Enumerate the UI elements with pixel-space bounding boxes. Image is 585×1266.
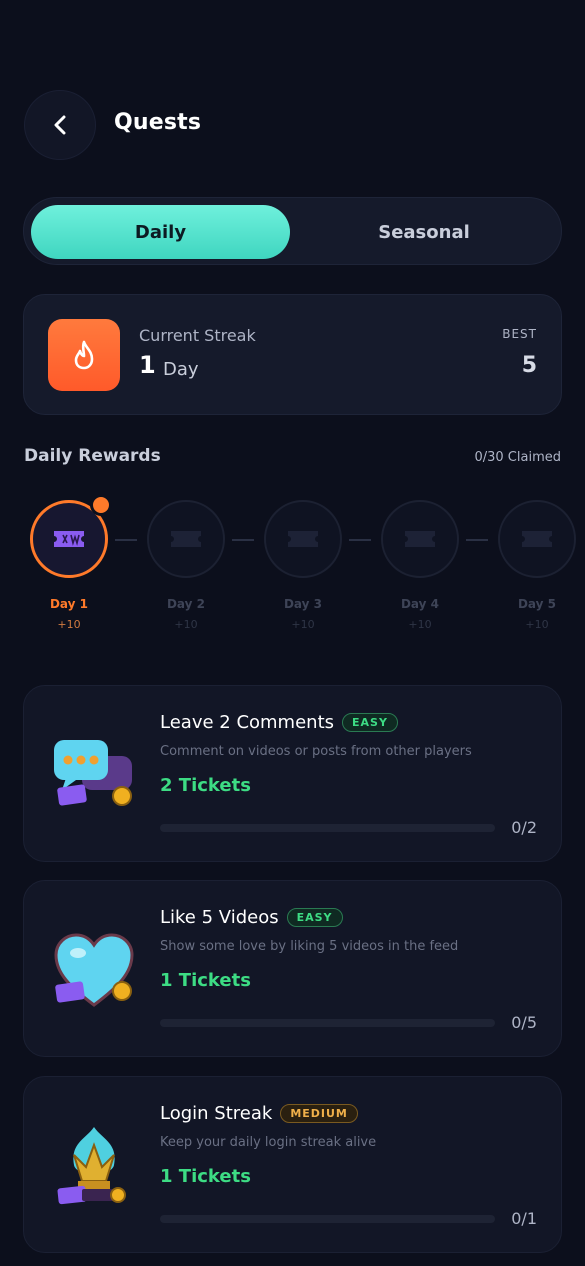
quest-reward: 1 Tickets xyxy=(160,1166,251,1187)
streak-label: Current Streak xyxy=(139,326,256,345)
day-connector xyxy=(232,539,254,541)
quest-card[interactable]: Login Streak MEDIUM Keep your daily login… xyxy=(23,1076,562,1253)
day-reward: +10 xyxy=(291,618,315,631)
flame-icon xyxy=(74,340,94,370)
streak-unit: Day xyxy=(163,359,199,380)
day-label: Day 3 xyxy=(283,597,323,611)
best-label: BEST xyxy=(502,327,537,341)
rewards-claimed: 0/30 Claimed xyxy=(474,450,561,465)
header: Quests xyxy=(24,90,564,160)
day-node-4[interactable] xyxy=(381,500,459,578)
ticket-icon xyxy=(54,531,84,547)
ticket-icon xyxy=(288,531,318,547)
new-indicator-dot xyxy=(90,494,112,516)
day-connector xyxy=(349,539,371,541)
day-reward: +10 xyxy=(174,618,198,631)
quest-description: Show some love by liking 5 videos in the… xyxy=(160,939,459,954)
streak-card: Current Streak 1 Day BEST 5 xyxy=(23,294,562,415)
quest-reward: 1 Tickets xyxy=(160,970,251,991)
day-label: Day 2 xyxy=(166,597,206,611)
day-label: Day 4 xyxy=(400,597,440,611)
quest-progress-text: 0/1 xyxy=(511,1209,537,1228)
day-connector xyxy=(115,539,137,541)
day-reward: +10 xyxy=(525,618,549,631)
day-connector xyxy=(466,539,488,541)
ticket-icon xyxy=(171,531,201,547)
quest-reward: 2 Tickets xyxy=(160,775,251,796)
quest-title: Login Streak MEDIUM xyxy=(160,1103,358,1124)
quest-description: Comment on videos or posts from other pl… xyxy=(160,744,472,759)
tab-daily[interactable]: Daily xyxy=(31,205,290,259)
ticket-icon xyxy=(522,531,552,547)
crown-flame-icon xyxy=(57,1127,126,1205)
day-reward: +10 xyxy=(408,618,432,631)
quest-progress-text: 0/2 xyxy=(511,818,537,837)
quest-progress-bar xyxy=(160,1019,495,1027)
difficulty-badge: MEDIUM xyxy=(280,1104,358,1123)
day-label: Day 1 xyxy=(49,597,89,611)
day-node-2[interactable] xyxy=(147,500,225,578)
chevron-left-icon xyxy=(54,115,66,135)
quest-title: Like 5 Videos EASY xyxy=(160,907,343,928)
day-node-3[interactable] xyxy=(264,500,342,578)
streak-value: 1 xyxy=(139,351,156,379)
difficulty-badge: EASY xyxy=(342,713,398,732)
quest-description: Keep your daily login streak alive xyxy=(160,1135,377,1150)
day-label: Day 5 xyxy=(517,597,557,611)
heart-icon xyxy=(54,933,134,1007)
rewards-title: Daily Rewards xyxy=(24,446,161,466)
quest-progress-bar xyxy=(160,1215,495,1223)
quest-progress-text: 0/5 xyxy=(511,1013,537,1032)
ticket-icon xyxy=(405,531,435,547)
page-title: Quests xyxy=(114,110,202,135)
day-reward: +10 xyxy=(57,618,81,631)
best-value: 5 xyxy=(521,353,537,378)
tab-seasonal[interactable]: Seasonal xyxy=(293,205,555,259)
quest-progress-bar xyxy=(160,824,495,832)
chat-bubble-icon xyxy=(54,740,132,806)
day-node-5[interactable] xyxy=(498,500,576,578)
back-button[interactable] xyxy=(24,90,96,160)
difficulty-badge: EASY xyxy=(286,908,343,927)
flame-icon-box xyxy=(48,319,120,391)
quest-card[interactable]: Like 5 Videos EASY Show some love by liki… xyxy=(23,880,562,1057)
tab-bar: Daily Seasonal xyxy=(23,197,562,265)
quest-card[interactable]: Leave 2 Comments EASY Comment on videos o… xyxy=(23,685,562,862)
quest-title: Leave 2 Comments EASY xyxy=(160,712,398,733)
